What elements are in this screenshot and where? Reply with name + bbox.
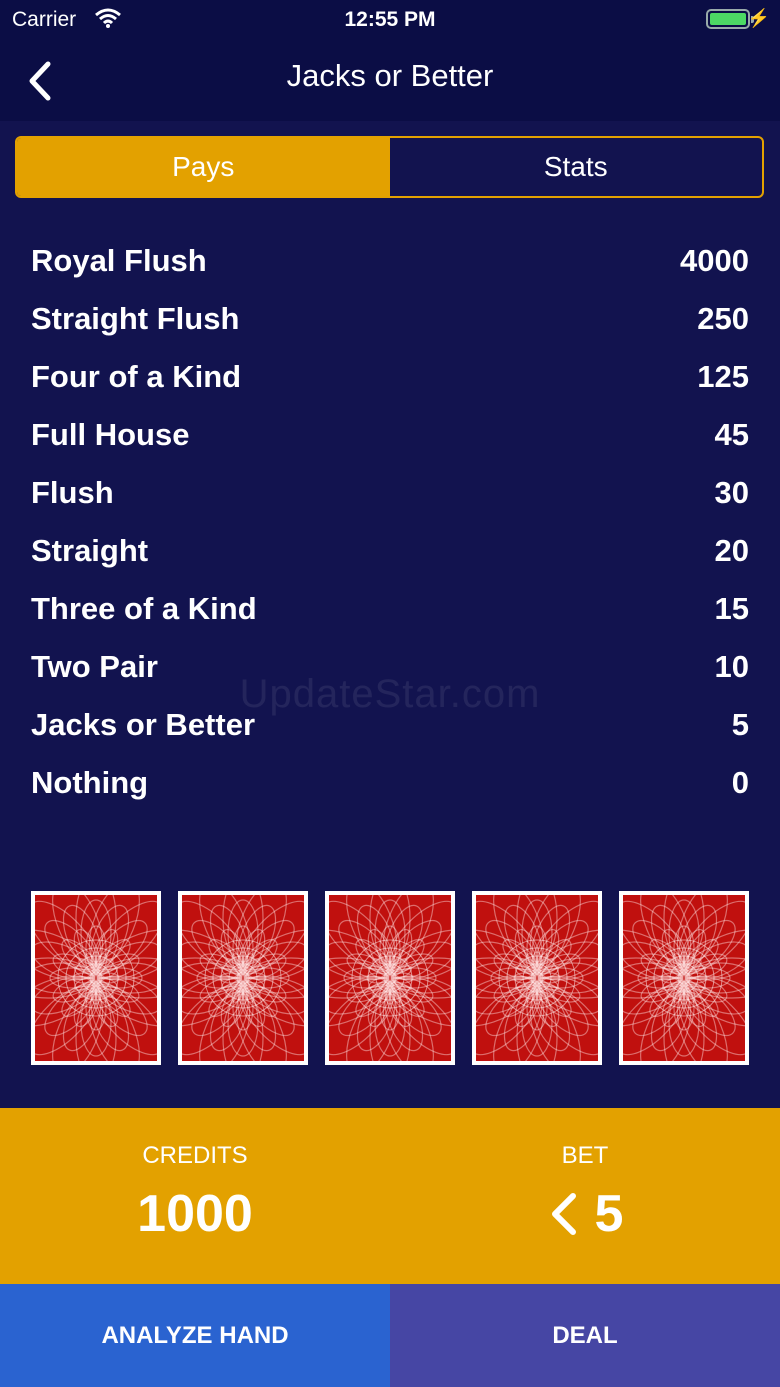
card-back-pattern: [35, 895, 157, 1061]
card-1[interactable]: [31, 891, 161, 1065]
pay-table: Royal Flush 4000 Straight Flush 250 Four o…: [31, 232, 749, 812]
credits-label: CREDITS: [142, 1142, 248, 1169]
tab-pays[interactable]: Pays: [17, 138, 390, 196]
status-bar: Carrier 12:55 PM ⚡: [0, 0, 780, 40]
pay-row: Royal Flush 4000: [31, 232, 749, 290]
bet-section: BET 5: [390, 1108, 780, 1244]
payout: 20: [714, 533, 749, 568]
card-back-pattern: [182, 895, 304, 1061]
pay-row: Flush 30: [31, 464, 749, 522]
pay-row: Three of a Kind 15: [31, 580, 749, 638]
hand-name: Full House: [31, 417, 190, 452]
payout: 0: [731, 765, 749, 800]
chevron-left-icon: [551, 1193, 576, 1235]
payout: 45: [714, 417, 749, 452]
charging-icon: ⚡: [747, 8, 770, 28]
hand-name: Royal Flush: [31, 243, 207, 278]
watermark: UpdateStar.com: [239, 672, 541, 716]
hand-name: Straight Flush: [31, 301, 240, 336]
hand-name: Flush: [31, 475, 114, 510]
card-3[interactable]: [325, 891, 455, 1065]
bet-value: 5: [594, 1185, 624, 1243]
pay-row: Four of a Kind 125: [31, 348, 749, 406]
hand-name: Three of a Kind: [31, 591, 257, 626]
battery-icon: [706, 9, 754, 29]
pay-row: Full House 45: [31, 406, 749, 464]
payout: 15: [714, 591, 749, 626]
credits-bet-panel: CREDITS 1000 BET 5: [0, 1108, 780, 1284]
segmented-control: Pays Stats: [15, 136, 764, 198]
bet-label: BET: [561, 1142, 609, 1169]
deal-button[interactable]: DEAL: [390, 1284, 780, 1387]
pay-row: Straight Flush 250: [31, 290, 749, 348]
credits-section: CREDITS 1000: [0, 1108, 390, 1244]
page-title: Jacks or Better: [286, 58, 494, 93]
analyze-hand-button[interactable]: ANALYZE HAND: [0, 1284, 390, 1387]
payout: 30: [714, 475, 749, 510]
payout: 250: [697, 301, 749, 336]
card-back-pattern: [476, 895, 598, 1061]
navigation-bar: Jacks or Better: [0, 40, 780, 121]
pay-row: Nothing 0: [31, 754, 749, 812]
card-2[interactable]: [178, 891, 308, 1065]
clock: 12:55 PM: [344, 8, 436, 31]
card-back-pattern: [329, 895, 451, 1061]
payout: 4000: [680, 243, 749, 278]
credits-value: 1000: [137, 1185, 253, 1243]
hand-name: Nothing: [31, 765, 149, 800]
bet-decrease-button[interactable]: [547, 1188, 583, 1240]
card-row: [31, 891, 749, 1065]
pay-row: Straight 20: [31, 522, 749, 580]
hand-name: Straight: [31, 533, 149, 568]
hand-name: Four of a Kind: [31, 359, 242, 394]
payout: 125: [697, 359, 749, 394]
tab-stats[interactable]: Stats: [390, 138, 763, 196]
card-back-pattern: [623, 895, 745, 1061]
card-5[interactable]: [619, 891, 749, 1065]
card-4[interactable]: [472, 891, 602, 1065]
